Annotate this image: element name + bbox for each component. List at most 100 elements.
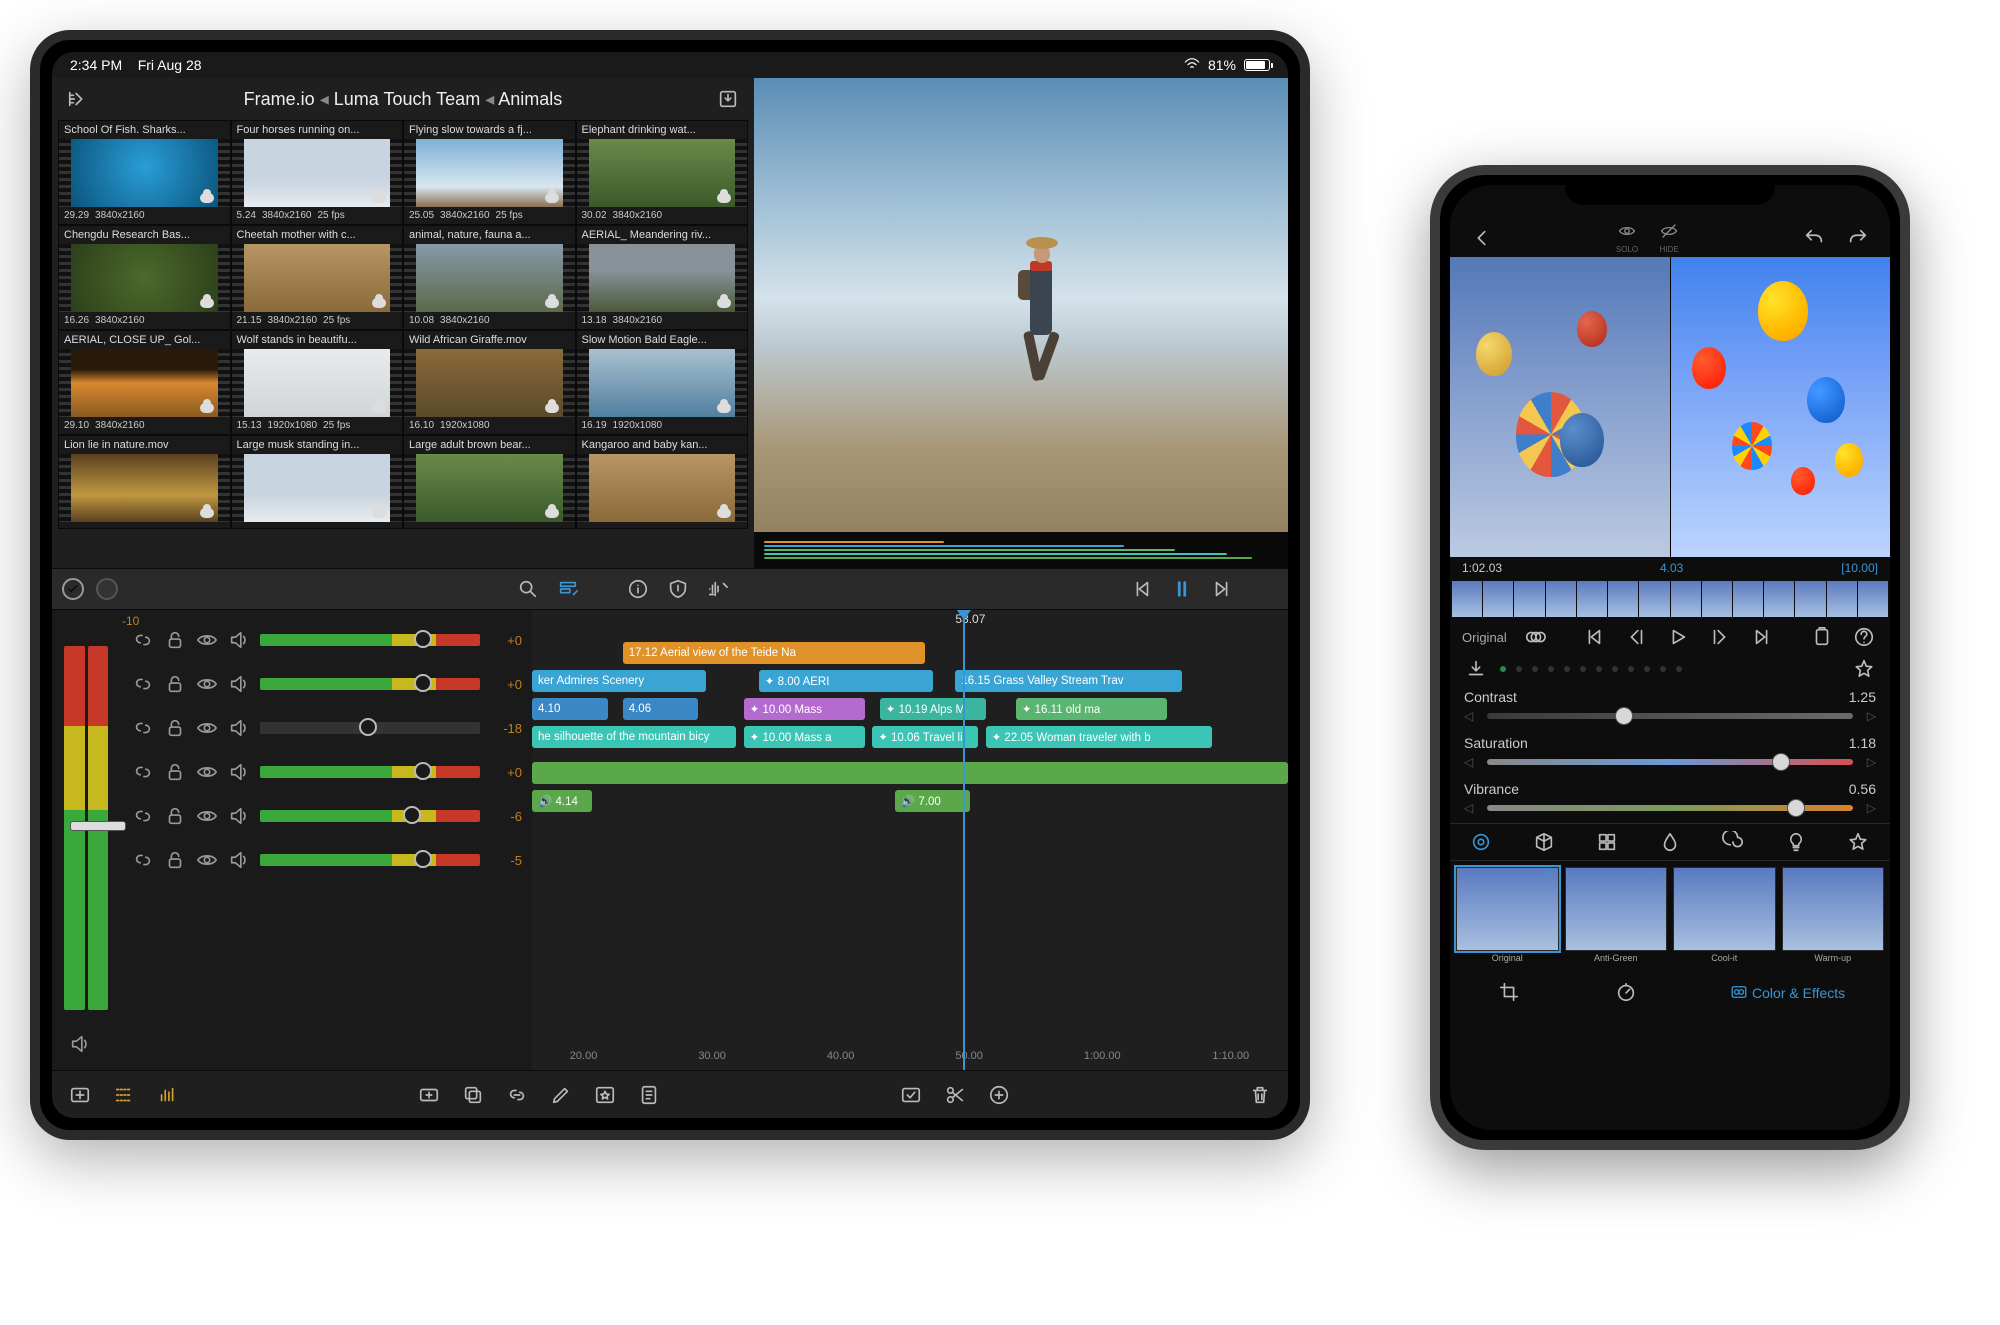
favorite-icon[interactable] bbox=[1850, 655, 1878, 683]
levels-icon[interactable] bbox=[154, 1081, 182, 1109]
timeline-track[interactable]: 🔊 4.14 🔊 7.00 bbox=[532, 788, 1288, 814]
info-icon[interactable] bbox=[624, 575, 652, 603]
clip-item[interactable]: School Of Fish. Sharks... 29.293840x2160 bbox=[58, 120, 231, 225]
clip-item[interactable]: Large musk standing in... bbox=[231, 435, 404, 529]
duplicate-icon[interactable] bbox=[459, 1081, 487, 1109]
clipboard-icon[interactable] bbox=[1808, 623, 1836, 651]
lock-icon[interactable] bbox=[164, 849, 186, 871]
goto-end-icon[interactable] bbox=[1748, 623, 1776, 651]
lock-icon[interactable] bbox=[164, 805, 186, 827]
master-volume-icon[interactable] bbox=[66, 1030, 94, 1058]
clip-item[interactable]: animal, nature, fauna a... 10.083840x216… bbox=[403, 225, 576, 330]
drop-tab-icon[interactable] bbox=[1656, 828, 1684, 856]
link-icon[interactable] bbox=[503, 1081, 531, 1109]
lock-icon[interactable] bbox=[164, 673, 186, 695]
level-slider[interactable] bbox=[260, 766, 480, 778]
eye-icon[interactable] bbox=[196, 805, 218, 827]
star-tab-icon[interactable] bbox=[1844, 828, 1872, 856]
shield-icon[interactable] bbox=[664, 575, 692, 603]
decrement-icon[interactable]: ◁ bbox=[1464, 709, 1473, 723]
link-icon[interactable] bbox=[132, 849, 154, 871]
lock-icon[interactable] bbox=[164, 717, 186, 739]
clip-item[interactable]: Lion lie in nature.mov bbox=[58, 435, 231, 529]
play-icon[interactable] bbox=[1664, 623, 1692, 651]
preset-anti-green[interactable]: Anti-Green bbox=[1565, 867, 1668, 965]
clip-item[interactable]: Elephant drinking wat... 30.023840x2160 bbox=[576, 120, 749, 225]
increment-icon[interactable]: ▷ bbox=[1867, 709, 1876, 723]
level-slider[interactable] bbox=[260, 810, 480, 822]
add-icon[interactable] bbox=[985, 1081, 1013, 1109]
select-all-icon[interactable] bbox=[62, 578, 84, 600]
preset-warm-up[interactable]: Warm-up bbox=[1782, 867, 1885, 965]
next-icon[interactable] bbox=[1208, 575, 1236, 603]
level-slider[interactable] bbox=[260, 634, 480, 646]
filter-icon[interactable] bbox=[554, 575, 582, 603]
link-icon[interactable] bbox=[132, 629, 154, 651]
solo-icon[interactable]: SOLO bbox=[1616, 222, 1638, 254]
timeline-clip[interactable]: 17.12 Aerial view of the Teide Na bbox=[623, 642, 925, 664]
phone-preview[interactable] bbox=[1450, 257, 1890, 557]
source-icon[interactable] bbox=[64, 85, 92, 113]
undo-icon[interactable] bbox=[1800, 224, 1828, 252]
timeline-clip[interactable]: 4.06 bbox=[623, 698, 699, 720]
link-icon[interactable] bbox=[132, 805, 154, 827]
preset-cool-it[interactable]: Cool-it bbox=[1673, 867, 1776, 965]
mini-timeline[interactable] bbox=[754, 532, 1288, 568]
approve-icon[interactable] bbox=[897, 1081, 925, 1109]
track-view-icon[interactable] bbox=[110, 1081, 138, 1109]
spiral-tab-icon[interactable] bbox=[1719, 828, 1747, 856]
speed-icon[interactable] bbox=[1612, 978, 1640, 1006]
clip-item[interactable]: Wolf stands in beautifu... 15.131920x108… bbox=[231, 330, 404, 435]
slider-track[interactable] bbox=[1487, 713, 1853, 719]
timeline-clip[interactable]: ✦ 10.19 Alps M bbox=[880, 698, 986, 720]
pause-icon[interactable] bbox=[1168, 575, 1196, 603]
download-icon[interactable] bbox=[1462, 655, 1490, 683]
clip-item[interactable]: Cheetah mother with c... 21.153840x21602… bbox=[231, 225, 404, 330]
lock-icon[interactable] bbox=[164, 761, 186, 783]
timeline-clip[interactable]: ✦ 22.05 Woman traveler with b bbox=[986, 726, 1213, 748]
slider-track[interactable] bbox=[1487, 759, 1853, 765]
link-icon[interactable] bbox=[132, 717, 154, 739]
speaker-icon[interactable] bbox=[228, 761, 250, 783]
timeline-clip[interactable]: 🔊 4.14 bbox=[532, 790, 592, 812]
speaker-icon[interactable] bbox=[228, 717, 250, 739]
search-icon[interactable] bbox=[514, 575, 542, 603]
phone-markers[interactable] bbox=[1450, 657, 1890, 681]
preview-monitor[interactable] bbox=[754, 78, 1288, 568]
add-project-icon[interactable] bbox=[66, 1081, 94, 1109]
timeline-track[interactable]: he silhouette of the mountain bicy ✦ 10.0… bbox=[532, 724, 1288, 750]
level-slider[interactable] bbox=[260, 722, 480, 734]
link-icon[interactable] bbox=[132, 673, 154, 695]
decrement-icon[interactable]: ◁ bbox=[1464, 755, 1473, 769]
link-icon[interactable] bbox=[132, 761, 154, 783]
preset-original[interactable]: ✓ Original bbox=[1456, 867, 1559, 965]
timeline-clip[interactable]: ✦ 10.00 Mass a bbox=[744, 726, 865, 748]
timeline-clip[interactable]: he silhouette of the mountain bicy bbox=[532, 726, 736, 748]
crop-icon[interactable] bbox=[1495, 978, 1523, 1006]
level-slider[interactable] bbox=[260, 854, 480, 866]
layers-icon[interactable] bbox=[1521, 623, 1549, 651]
clip-item[interactable]: Four horses running on... 5.243840x21602… bbox=[231, 120, 404, 225]
timeline-clip[interactable]: ✦ 8.00 AERI bbox=[759, 670, 933, 692]
record-icon[interactable] bbox=[96, 578, 118, 600]
eye-icon[interactable] bbox=[196, 629, 218, 651]
clip-item[interactable]: AERIAL_ Meandering riv... 13.183840x2160 bbox=[576, 225, 749, 330]
bulb-tab-icon[interactable] bbox=[1782, 828, 1810, 856]
wave-icon[interactable] bbox=[704, 575, 732, 603]
timeline-clip[interactable]: ✦ 10.00 Mass bbox=[744, 698, 865, 720]
increment-icon[interactable]: ▷ bbox=[1867, 755, 1876, 769]
timeline-clip[interactable]: 16.15 Grass Valley Stream Trav bbox=[955, 670, 1182, 692]
clip-item[interactable]: Wild African Giraffe.mov 16.101920x1080 bbox=[403, 330, 576, 435]
clip-item[interactable]: AERIAL, CLOSE UP_ Gol... 29.103840x2160 bbox=[58, 330, 231, 435]
grid-tab-icon[interactable] bbox=[1593, 828, 1621, 856]
redo-icon[interactable] bbox=[1844, 224, 1872, 252]
timeline-clip[interactable]: 🔊 7.00 bbox=[895, 790, 971, 812]
timeline-track[interactable]: 4.104.06✦ 10.00 Mass✦ 10.19 Alps M✦ 16.1… bbox=[532, 696, 1288, 722]
edit-icon[interactable] bbox=[547, 1081, 575, 1109]
hide-icon[interactable]: HIDE bbox=[1658, 222, 1680, 254]
back-icon[interactable] bbox=[1468, 224, 1496, 252]
timeline-clip[interactable]: ker Admires Scenery bbox=[532, 670, 706, 692]
phone-filmstrip[interactable] bbox=[1450, 581, 1890, 617]
slider-track[interactable] bbox=[1487, 805, 1853, 811]
clip-item[interactable]: Slow Motion Bald Eagle... 16.191920x1080 bbox=[576, 330, 749, 435]
